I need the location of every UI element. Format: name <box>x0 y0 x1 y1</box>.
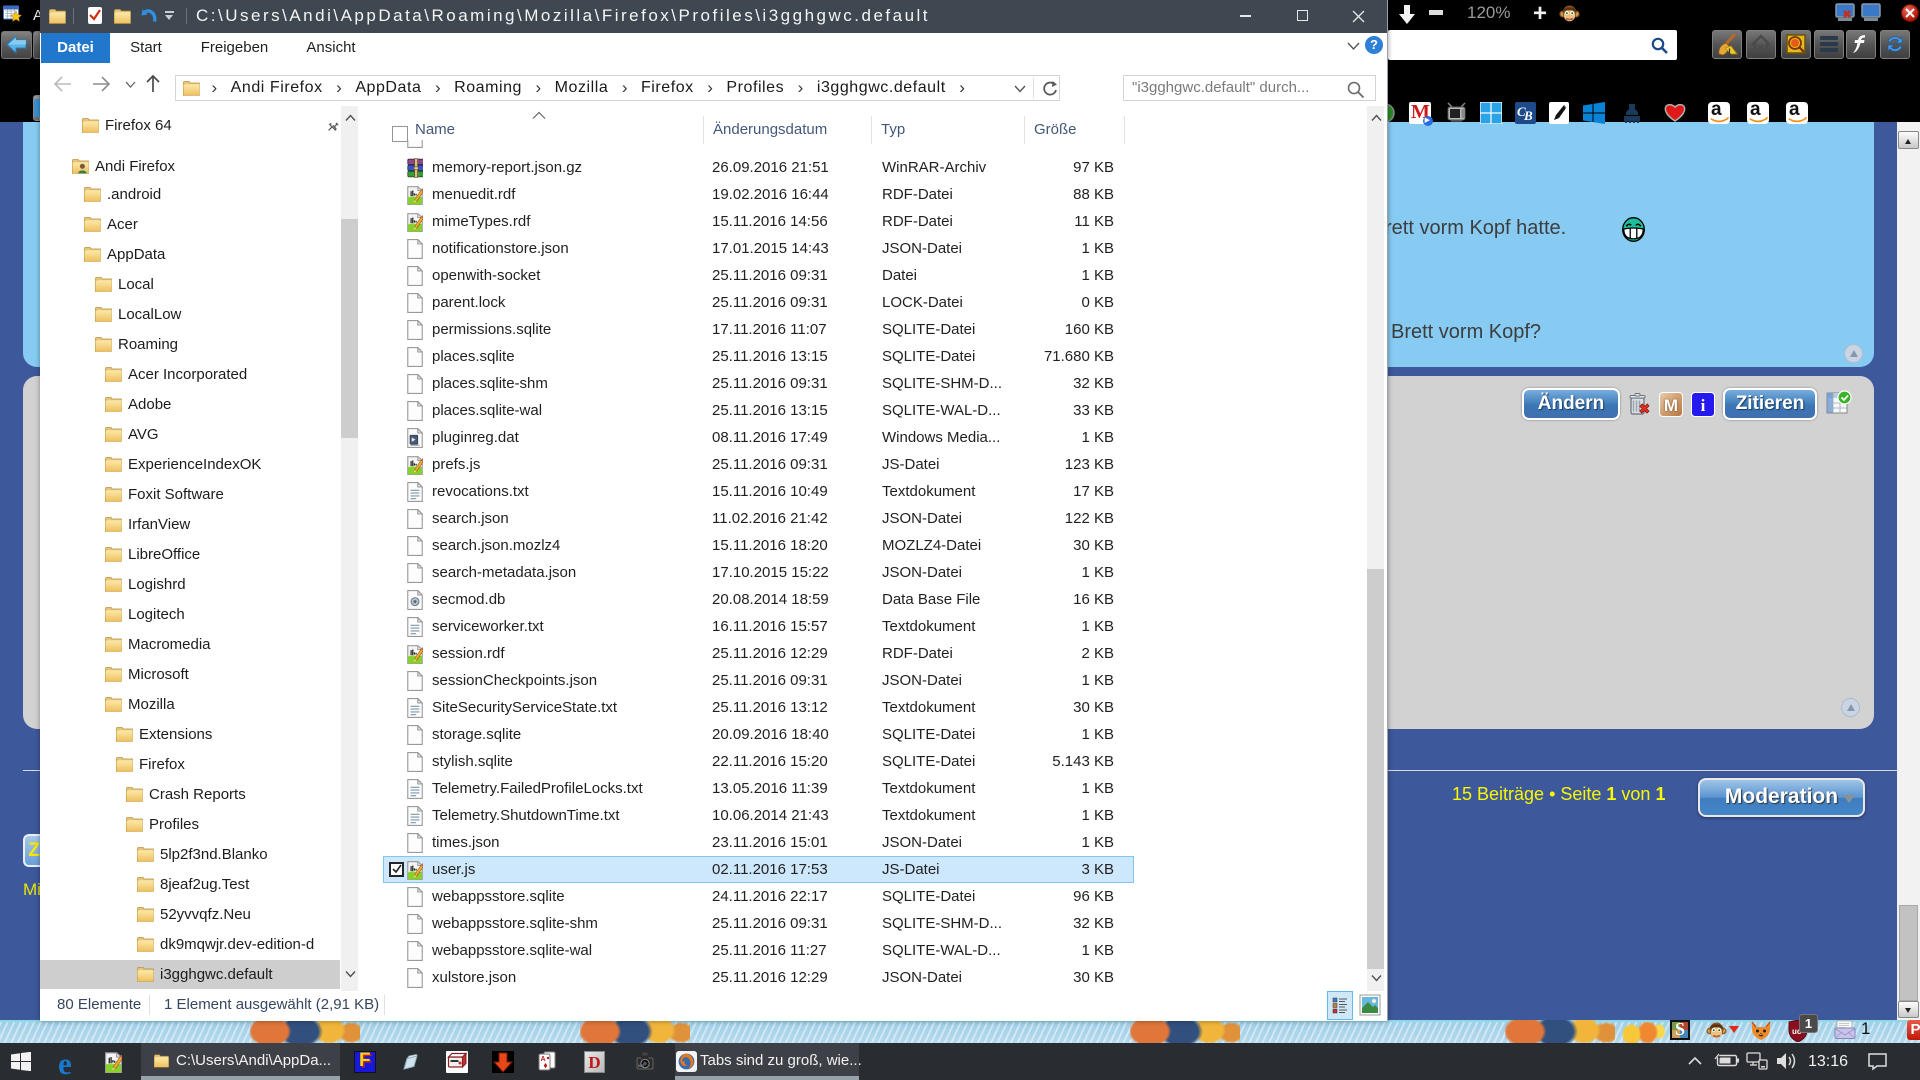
svg-text:ion: ion <box>638 1063 645 1068</box>
svg-text:A: A <box>541 1056 546 1063</box>
svg-text:!: ! <box>1728 47 1731 57</box>
